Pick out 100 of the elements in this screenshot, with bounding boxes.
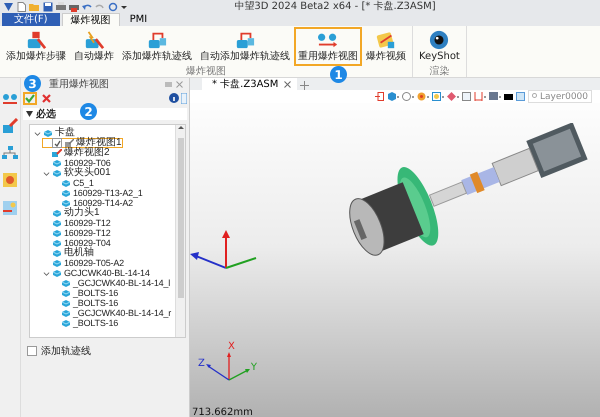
part-block-icon xyxy=(61,189,71,197)
layer-name: Layer0000 xyxy=(540,92,588,102)
tree-item[interactable]: 160929-T13-A2_1 xyxy=(51,188,144,198)
checkbox[interactable] xyxy=(27,346,37,356)
info-icon[interactable] xyxy=(169,93,179,103)
add-tab-icon[interactable] xyxy=(300,81,310,90)
save-icon[interactable] xyxy=(43,2,53,12)
panel-title: 重用爆炸视图 xyxy=(49,78,109,91)
tree-item[interactable]: _BOLTS-16 xyxy=(51,318,120,328)
part-block-icon xyxy=(52,269,62,277)
tree-item[interactable]: C5_1 xyxy=(51,178,95,188)
ribbon-tab[interactable]: PMI xyxy=(122,13,156,26)
sun-icon[interactable] xyxy=(432,92,444,101)
box-icon[interactable] xyxy=(2,172,18,188)
part-block-icon xyxy=(61,289,71,297)
tree-item[interactable]: _GCJCWK40-BL-14-14_l xyxy=(51,278,172,288)
axis-label: Z xyxy=(198,358,205,369)
ribbon-button[interactable]: KeyShot xyxy=(415,27,464,66)
tree-item[interactable]: 电机轴 xyxy=(42,248,95,258)
chevron-down-icon[interactable] xyxy=(43,270,50,276)
tree-item[interactable]: 160929-T14-A2 xyxy=(51,198,134,208)
part-block-icon xyxy=(61,309,71,317)
ribbon-button[interactable]: 添加爆炸步骤 xyxy=(2,27,70,66)
print-icon[interactable] xyxy=(56,2,66,12)
tree-item[interactable]: 160929-T12 xyxy=(42,218,112,228)
window-title: 中望3D 2024 Beta2 x64 - [* 卡盘.Z3ASM] xyxy=(233,0,437,13)
part-block-icon xyxy=(61,299,71,307)
part-block-icon xyxy=(52,209,62,217)
tree-item[interactable]: _BOLTS-16 xyxy=(51,298,120,308)
check-icon xyxy=(25,94,35,102)
collapse-icon[interactable] xyxy=(26,111,33,117)
part-block-icon xyxy=(61,319,71,327)
part-block-icon xyxy=(61,199,71,207)
hierarchy-icon[interactable] xyxy=(2,146,18,160)
tree-item[interactable]: 软夹头001 xyxy=(42,168,112,178)
section-label: 必选 xyxy=(36,108,56,121)
axis-label: Y xyxy=(250,362,257,373)
tree-item[interactable]: 160929-T06 xyxy=(42,158,112,168)
tree-item[interactable]: 动力头1 xyxy=(42,208,101,218)
part-block-icon xyxy=(52,169,62,177)
tree-item[interactable]: 卡盘 xyxy=(33,128,76,138)
group-label: 渲染 xyxy=(429,66,450,78)
ribbon-button[interactable]: 重用爆炸视图 xyxy=(294,27,362,66)
explode-view-icon xyxy=(52,149,62,157)
part-block-icon xyxy=(52,239,62,247)
checkbox-label: 添加轨迹线 xyxy=(41,344,91,358)
undo-icon[interactable] xyxy=(82,2,92,12)
cube-icon[interactable] xyxy=(387,92,399,101)
part-block-icon xyxy=(43,129,53,137)
part-block-icon xyxy=(52,229,62,237)
explode-step-icon[interactable] xyxy=(2,118,18,134)
frame-icon[interactable] xyxy=(516,92,525,101)
part-block-icon xyxy=(52,159,62,167)
tree-item[interactable]: GCJCWK40-BL-14-14 xyxy=(42,268,151,278)
refresh-icon[interactable] xyxy=(108,2,118,12)
ribbon-button[interactable]: 自动爆炸 xyxy=(70,27,118,66)
ribbon-button[interactable]: 爆炸视频 xyxy=(362,27,410,66)
scroll-up-icon[interactable] xyxy=(178,125,184,130)
checkbox[interactable] xyxy=(52,138,62,148)
part-block-icon xyxy=(61,179,71,187)
check-icon xyxy=(54,140,60,146)
ribbon-button[interactable]: 自动添加爆炸轨迹线 xyxy=(196,27,294,66)
tree-item[interactable]: _GCJCWK40-BL-14-14_r xyxy=(51,308,172,318)
cross-icon xyxy=(42,94,50,102)
monitor-icon[interactable] xyxy=(489,92,501,101)
axis-triad-drawing xyxy=(204,352,251,382)
tree-item[interactable]: 160929-T05-A2 xyxy=(42,258,125,268)
cancel-button[interactable] xyxy=(39,92,53,104)
layer-dropdown[interactable]: Layer0000 xyxy=(528,90,592,103)
bulb-icon xyxy=(532,93,537,100)
exit-icon[interactable] xyxy=(375,92,384,101)
tree-item[interactable]: 爆炸视图2 xyxy=(42,148,111,158)
section-icon[interactable] xyxy=(474,92,486,101)
tree-item[interactable]: _BOLTS-16 xyxy=(51,288,120,298)
part-block-icon xyxy=(52,259,62,267)
group-label: 爆炸视图 xyxy=(186,66,226,78)
file-menu-button[interactable]: 文件(F) xyxy=(2,13,60,26)
part-block-icon xyxy=(61,279,71,287)
picture-icon[interactable] xyxy=(2,200,18,216)
ribbon-button[interactable]: 添加爆炸轨迹线 xyxy=(118,27,196,66)
chevron-down-icon[interactable] xyxy=(34,130,41,136)
axis-label: X xyxy=(228,341,235,352)
close-icon[interactable] xyxy=(176,80,183,88)
distance-readout: 713.662mm xyxy=(192,407,253,417)
tree-item[interactable]: 160929-T04 xyxy=(42,238,112,248)
chevron-down-icon[interactable] xyxy=(43,170,50,176)
reuse-view-icon[interactable] xyxy=(2,92,18,106)
document-tab-label: * 卡盘.Z3ASM xyxy=(212,78,278,91)
tree-item[interactable]: 160929-T12 xyxy=(42,228,112,238)
scrollbar-thumb[interactable] xyxy=(178,138,184,298)
part-block-icon xyxy=(52,249,62,257)
ribbon-tab[interactable]: 爆炸视图 xyxy=(62,13,120,26)
part-block-icon xyxy=(52,219,62,227)
swatch-icon[interactable] xyxy=(504,94,513,100)
document-tab[interactable]: * 卡盘.Z3ASM xyxy=(202,78,298,90)
explode-view-icon xyxy=(64,139,74,147)
new-file-icon[interactable] xyxy=(17,2,26,12)
close-icon[interactable] xyxy=(284,80,292,88)
tree-item[interactable]: 爆炸视图1 xyxy=(42,138,123,148)
image-icon[interactable] xyxy=(462,92,471,101)
